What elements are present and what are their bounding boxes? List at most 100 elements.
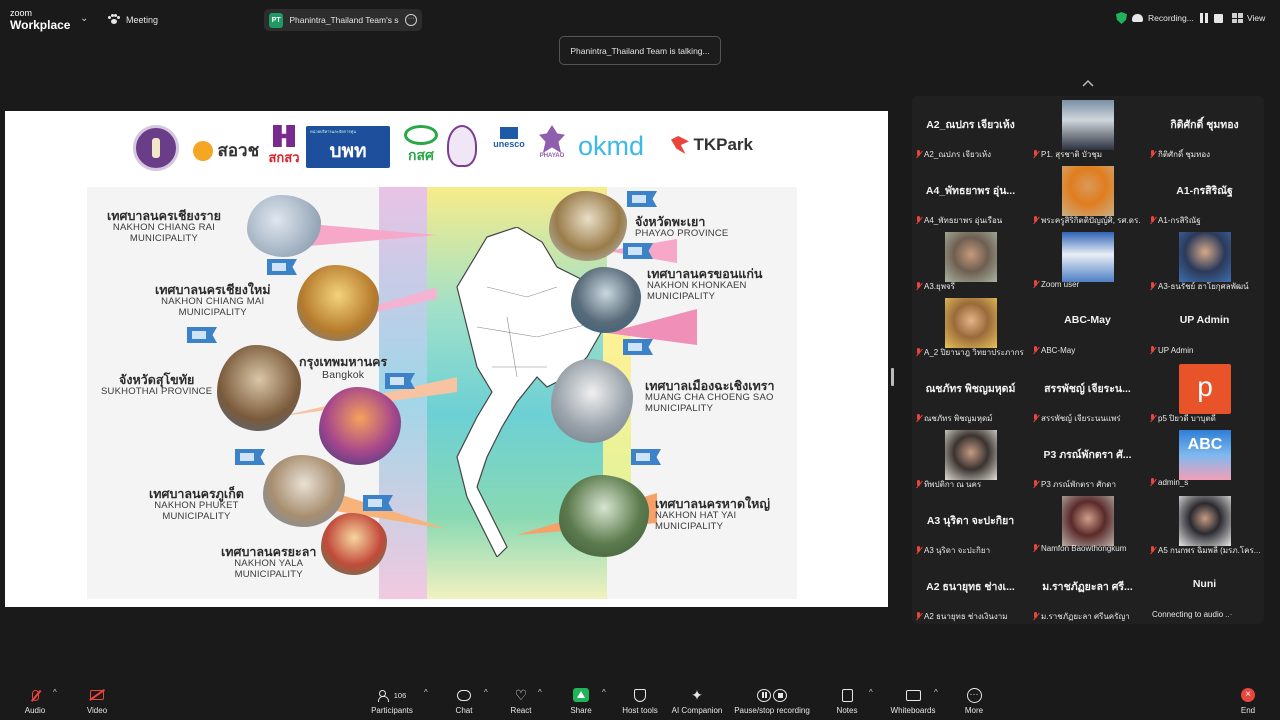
- meeting-toolbar: Audio ^ Video 106 Participants ^ Chat ^ …: [0, 682, 1280, 720]
- participant-tile[interactable]: A3 นุริดา จะปะกิยา A3 นุริดา จะปะกิยา: [912, 492, 1029, 558]
- react-caret-icon[interactable]: ^: [538, 688, 542, 697]
- place-khonkaen: เทศบาลนครขอนแก่น NAKHON KHONKAEN MUNICIP…: [647, 267, 763, 303]
- participant-label: p5 ปิยวดี บาบุตดี: [1158, 414, 1216, 423]
- screen-share-pill[interactable]: PT Phanintra_Thailand Team's scree ···: [264, 9, 422, 31]
- phayao-logo: PHAYAO: [535, 125, 569, 169]
- mic-muted-icon: [1032, 216, 1039, 225]
- participant-video: [1062, 232, 1114, 282]
- participant-tile[interactable]: ทิพปติกา ณ นคร: [912, 426, 1029, 492]
- whiteboards-button[interactable]: Whiteboards: [888, 686, 938, 715]
- mic-muted-icon: [1032, 346, 1039, 355]
- ai-companion-button[interactable]: ✦ AI Companion: [670, 686, 724, 715]
- meeting-label: Meeting: [126, 14, 159, 25]
- participant-tile[interactable]: A2 ธนายุทธ ช่างเ... A2 ธนายุทธ ช่างเงินง…: [912, 558, 1029, 624]
- participant-tile[interactable]: Namfon Baowthongkum: [1029, 492, 1146, 558]
- uwn-logo: หน่วยบริหารและจัดการทุน บพท: [306, 126, 390, 168]
- participant-video: [1062, 166, 1114, 216]
- chiang-mai-photo: [297, 265, 379, 341]
- participant-tile[interactable]: A3.ยุพจรี: [912, 228, 1029, 294]
- participant-tile[interactable]: Nuni Connecting to audio ..·: [1146, 558, 1263, 624]
- mic-muted-icon: [1149, 282, 1156, 291]
- participants-button[interactable]: 106 Participants: [366, 686, 418, 715]
- sukhothai-photo: [217, 345, 301, 431]
- view-label: View: [1247, 13, 1266, 23]
- share-button[interactable]: Share: [566, 686, 596, 715]
- participant-tile[interactable]: ณชภัทร พิชญมหุดม์ ณชภัทร พิชญมหุดม์: [912, 360, 1029, 426]
- host-tools-button[interactable]: Host tools: [618, 686, 662, 715]
- mic-muted-icon: [1149, 216, 1156, 225]
- participant-label: ทิพปติกา ณ นคร: [924, 480, 982, 489]
- chevron-down-icon[interactable]: ⌄: [80, 13, 88, 24]
- participant-tile[interactable]: พระครูสิริกิตติปัญญ์ศิ, รศ.ดร.: [1029, 162, 1146, 228]
- grid-view-icon: [1232, 13, 1243, 23]
- participant-label: สรรพัชญ์ เจียระนนแพร่: [1041, 414, 1121, 423]
- participant-tile[interactable]: A3-ธนรัชย์ ฮาโยกุศลพัฒน์: [1146, 228, 1263, 294]
- participant-tile[interactable]: กิติศักดิ์ ชุมทอง กิติศักดิ์ ชุมทอง: [1146, 96, 1263, 162]
- collapse-gallery-icon[interactable]: [1082, 78, 1094, 88]
- participant-tile[interactable]: ม.ราชภัฏยะลา ศรี... ม.ราชภัฏยะลา ศรีนครั…: [1029, 558, 1146, 624]
- view-button[interactable]: View: [1232, 13, 1265, 23]
- whiteboards-caret-icon[interactable]: ^: [934, 688, 938, 697]
- mic-muted-icon: [1149, 346, 1156, 355]
- share-caret-icon[interactable]: ^: [602, 688, 606, 697]
- stop-recording-icon[interactable]: [1213, 13, 1223, 23]
- participant-tile[interactable]: P3 ภรณ์พักตรา ศั... P3 ภรณ์พักตรา ศักดา: [1029, 426, 1146, 492]
- pause-recording-icon[interactable]: [1199, 13, 1209, 23]
- mic-muted-icon: [915, 480, 922, 489]
- participant-tile[interactable]: P1. สุรชาติ บัวชุม: [1029, 96, 1146, 162]
- share-screen-icon: [573, 688, 589, 702]
- participant-tile[interactable]: A1-กรสิริณัฐ A1-กรสิริณัฐ: [1146, 162, 1263, 228]
- talking-indicator: Phanintra_Thailand Team is talking...: [559, 36, 721, 65]
- more-options-icon[interactable]: ···: [405, 14, 418, 26]
- place-chachoengsao: เทศบาลเมืองฉะเชิงเทรา MUANG CHA CHOENG S…: [645, 379, 775, 415]
- participant-avatar: p: [1179, 364, 1231, 414]
- participant-label: A_2 ปิยานาฎ วิทยาประภากร: [924, 348, 1024, 357]
- mic-muted-icon: [1149, 546, 1156, 555]
- participant-tile[interactable]: ABC-May ABC-May: [1029, 294, 1146, 360]
- participant-tile[interactable]: A2_ณปภร เจียวเห้ง A2_ณปภร เจียวเห้ง: [912, 96, 1029, 162]
- notes-caret-icon[interactable]: ^: [869, 688, 873, 697]
- react-button[interactable]: ♡ React: [506, 686, 536, 715]
- video-button[interactable]: Video: [82, 686, 112, 715]
- audio-button[interactable]: Audio: [20, 686, 50, 715]
- participant-video: [1062, 100, 1114, 150]
- end-meeting-button[interactable]: × End: [1236, 686, 1260, 715]
- zoom-workplace-logo[interactable]: zoom Workplace: [10, 9, 70, 32]
- participant-video: [945, 430, 997, 480]
- notes-button[interactable]: Notes: [832, 686, 862, 715]
- sharer-avatar: PT: [269, 12, 284, 28]
- meeting-info-button[interactable]: Meeting: [108, 14, 158, 25]
- place-chiang-mai: เทศบาลนครเชียงใหม่ NAKHON CHIANG MAI MUN…: [155, 283, 271, 319]
- participant-label: Connecting to audio: [1152, 610, 1224, 619]
- participant-label: P1. สุรชาติ บัวชุม: [1041, 150, 1103, 159]
- end-meeting-icon: ×: [1241, 688, 1255, 702]
- chat-caret-icon[interactable]: ^: [484, 688, 488, 697]
- participant-tile[interactable]: Zoom user: [1029, 228, 1146, 294]
- chat-button[interactable]: Chat: [450, 686, 478, 715]
- participant-tile[interactable]: A4_พัทธยาพร อุ่น... A4_พัทธยาพร อุ่นเรือ…: [912, 162, 1029, 228]
- participants-caret-icon[interactable]: ^: [424, 688, 428, 697]
- participant-tile[interactable]: A_2 ปิยานาฎ วิทยาประภากร: [912, 294, 1029, 360]
- unesco-flag-icon: [623, 243, 653, 259]
- phuket-photo: [263, 455, 345, 527]
- participant-tile[interactable]: ABC admin_s: [1146, 426, 1263, 492]
- participant-label: A3 นุริดา จะปะกิยา: [924, 546, 991, 555]
- pause-stop-recording-button[interactable]: Pause/stop recording: [732, 686, 812, 715]
- participant-tile[interactable]: A5 กนกพร ฉิมพลี (มรภ.โคร...: [1146, 492, 1263, 558]
- panel-resize-handle[interactable]: [891, 368, 894, 386]
- more-button[interactable]: ··· More: [960, 686, 988, 715]
- participant-tile[interactable]: UP Admin UP Admin: [1146, 294, 1263, 360]
- mic-muted-icon: [915, 150, 922, 159]
- whiteboard-icon: [905, 689, 921, 701]
- audio-options-caret-icon[interactable]: ^: [53, 688, 57, 697]
- university-seal-logo: [133, 125, 179, 171]
- security-shield-icon[interactable]: [1116, 12, 1127, 24]
- participants-icon: [377, 689, 392, 702]
- participant-tile[interactable]: สรรพัชญ์ เจียระน... สรรพัชญ์ เจียระนนแพร…: [1029, 360, 1146, 426]
- mic-muted-icon: [1032, 414, 1039, 423]
- place-sukhothai: จังหวัดสุโขทัย SUKHOTHAI PROVINCE: [101, 373, 213, 398]
- participant-label: ณชภัทร พิชญมหุดม์: [924, 414, 993, 423]
- participant-tile[interactable]: p p5 ปิยวดี บาบุตดี: [1146, 360, 1263, 426]
- react-heart-icon: ♡: [514, 687, 528, 703]
- mic-muted-icon: [1149, 150, 1156, 159]
